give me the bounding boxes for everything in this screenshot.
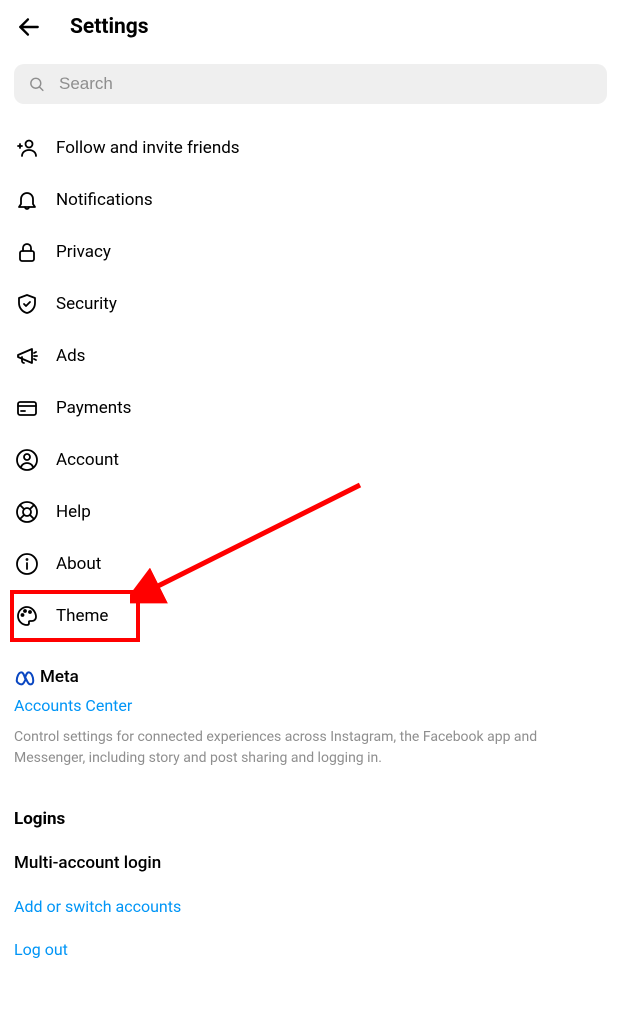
settings-item-about[interactable]: About — [14, 538, 607, 590]
arrow-left-icon — [16, 14, 42, 40]
logins-section: Logins Multi-account login Add or switch… — [0, 809, 621, 959]
lifebuoy-icon — [14, 500, 40, 524]
settings-item-payments[interactable]: Payments — [14, 382, 607, 434]
search-icon — [28, 75, 45, 93]
back-button[interactable] — [16, 14, 42, 40]
settings-item-label: Privacy — [56, 242, 111, 262]
settings-list: Follow and invite friends Notifications … — [0, 122, 621, 642]
multi-account-login[interactable]: Multi-account login — [14, 853, 607, 873]
logins-header: Logins — [14, 809, 607, 829]
meta-section: Meta Accounts Center Control settings fo… — [0, 642, 621, 769]
account-icon — [14, 448, 40, 472]
search-bar[interactable] — [14, 64, 607, 104]
settings-item-help[interactable]: Help — [14, 486, 607, 538]
settings-item-label: Notifications — [56, 190, 153, 210]
settings-item-label: Theme — [56, 606, 108, 626]
meta-logo: Meta — [14, 666, 607, 688]
logout-link[interactable]: Log out — [14, 940, 607, 959]
settings-item-label: Help — [56, 502, 91, 522]
settings-item-label: Security — [56, 294, 117, 314]
settings-item-account[interactable]: Account — [14, 434, 607, 486]
page-title: Settings — [70, 15, 149, 39]
settings-item-label: Follow and invite friends — [56, 138, 240, 158]
add-switch-accounts-link[interactable]: Add or switch accounts — [14, 897, 607, 916]
search-input[interactable] — [59, 74, 593, 94]
lock-icon — [14, 240, 40, 264]
meta-description: Control settings for connected experienc… — [14, 727, 607, 769]
megaphone-icon — [14, 344, 40, 368]
settings-item-notifications[interactable]: Notifications — [14, 174, 607, 226]
settings-item-security[interactable]: Security — [14, 278, 607, 330]
settings-item-theme[interactable]: Theme — [10, 590, 140, 642]
settings-item-privacy[interactable]: Privacy — [14, 226, 607, 278]
follow-invite-icon — [14, 136, 40, 160]
header-bar: Settings — [0, 0, 621, 54]
settings-item-ads[interactable]: Ads — [14, 330, 607, 382]
meta-brand-label: Meta — [40, 667, 79, 687]
accounts-center-link[interactable]: Accounts Center — [14, 696, 607, 715]
bell-icon — [14, 188, 40, 212]
settings-item-label: Ads — [56, 346, 85, 366]
credit-card-icon — [14, 396, 40, 420]
settings-item-follow[interactable]: Follow and invite friends — [14, 122, 607, 174]
settings-item-label: About — [56, 554, 101, 574]
info-icon — [14, 552, 40, 576]
shield-check-icon — [14, 292, 40, 316]
meta-icon — [14, 666, 36, 688]
palette-icon — [14, 604, 40, 628]
settings-item-label: Payments — [56, 398, 131, 418]
settings-item-label: Account — [56, 450, 119, 470]
